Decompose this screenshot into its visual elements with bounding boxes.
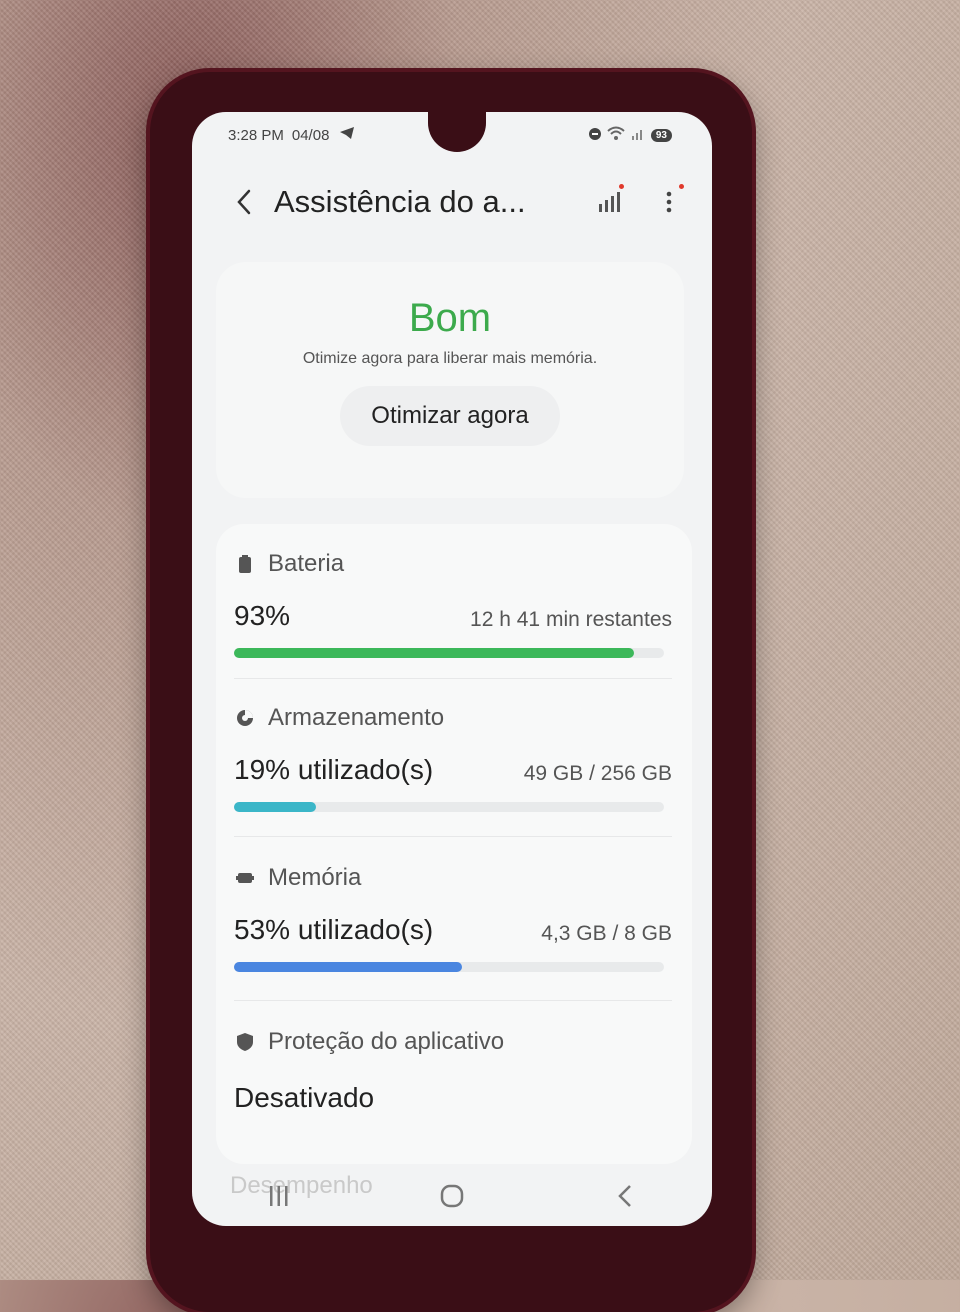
home-button[interactable] <box>422 1171 482 1221</box>
storage-progress-track <box>234 802 664 812</box>
app-protection-status: Desativado <box>234 1082 375 1113</box>
signal-chart-icon <box>599 192 620 212</box>
notification-dot <box>679 184 684 189</box>
battery-remaining: 12 h 41 min restantes <box>470 608 672 631</box>
wifi-icon <box>607 126 625 144</box>
device-care-list: Bateria 93% 12 h 41 min restantes Armaze… <box>216 524 692 1164</box>
battery-progress-track <box>234 648 664 658</box>
app-bar: Assistência do a... <box>192 174 712 230</box>
divider <box>234 678 672 679</box>
battery-header: Bateria <box>234 550 672 578</box>
battery-status-icon: 93 <box>650 128 672 142</box>
notification-dot <box>619 184 624 189</box>
memory-section[interactable]: Memória 53% utilizado(s) 4,3 GB / 8 GB <box>234 864 672 972</box>
cell-signal-icon <box>631 127 645 144</box>
storage-icon <box>234 709 256 727</box>
more-vert-icon <box>666 191 672 213</box>
battery-section[interactable]: Bateria 93% 12 h 41 min restantes <box>234 550 672 658</box>
back-icon <box>237 189 251 215</box>
memory-capacity: 4,3 GB / 8 GB <box>541 922 672 945</box>
storage-capacity: 49 GB / 256 GB <box>523 762 672 785</box>
report-button[interactable] <box>592 182 626 222</box>
app-protection-section[interactable]: Proteção do aplicativo Desativado <box>234 1028 672 1114</box>
storage-progress-fill <box>234 802 316 812</box>
app-bar-actions <box>592 182 686 222</box>
memory-label: Memória <box>268 864 362 891</box>
app-protection-header: Proteção do aplicativo <box>234 1028 672 1056</box>
home-icon <box>440 1184 464 1208</box>
page-title: Assistência do a... <box>274 184 526 219</box>
nav-back-button[interactable] <box>595 1171 655 1221</box>
recents-icon <box>269 1186 288 1206</box>
memory-progress-track <box>234 962 664 972</box>
device-status-card: Bom Otimize agora para liberar mais memó… <box>216 262 684 498</box>
telegram-icon <box>339 126 355 144</box>
storage-values: 19% utilizado(s) 49 GB / 256 GB <box>234 754 672 786</box>
storage-label: Armazenamento <box>268 704 445 731</box>
battery-progress-fill <box>234 648 634 658</box>
device-status-subtitle: Otimize agora para liberar mais memória. <box>302 350 598 367</box>
shield-icon <box>234 1033 256 1051</box>
more-options-button[interactable] <box>652 182 686 222</box>
divider <box>234 836 672 837</box>
status-date: 04/08 <box>291 126 330 144</box>
optimize-now-button[interactable]: Otimizar agora <box>340 386 560 446</box>
memory-values: 53% utilizado(s) 4,3 GB / 8 GB <box>234 914 672 946</box>
divider <box>234 1000 672 1001</box>
storage-header: Armazenamento <box>234 704 672 732</box>
memory-progress-fill <box>234 962 462 972</box>
navigation-bar <box>192 1166 712 1226</box>
app-protection-values: Desativado <box>234 1082 672 1114</box>
memory-header: Memória <box>234 864 672 892</box>
memory-used: 53% utilizado(s) <box>234 914 434 945</box>
back-button[interactable] <box>220 178 268 226</box>
recents-button[interactable] <box>249 1171 309 1221</box>
app-protection-label: Proteção do aplicativo <box>268 1028 505 1055</box>
nav-back-icon <box>618 1185 632 1207</box>
battery-values: 93% 12 h 41 min restantes <box>234 600 672 632</box>
storage-used: 19% utilizado(s) <box>234 754 434 785</box>
phone-screen: 3:28 PM 04/08 93 Assistência do a... Bom… <box>192 112 712 1226</box>
status-time: 3:28 PM <box>228 126 284 144</box>
memory-icon <box>234 871 256 885</box>
status-bar: 3:28 PM 04/08 93 <box>228 122 672 148</box>
storage-section[interactable]: Armazenamento 19% utilizado(s) 49 GB / 2… <box>234 704 672 812</box>
battery-icon <box>234 555 256 573</box>
device-status-label: Bom <box>408 296 492 340</box>
dnd-icon <box>588 127 601 144</box>
battery-percent: 93% <box>234 600 291 631</box>
status-icons: 93 <box>588 126 672 144</box>
battery-label: Bateria <box>268 550 345 577</box>
